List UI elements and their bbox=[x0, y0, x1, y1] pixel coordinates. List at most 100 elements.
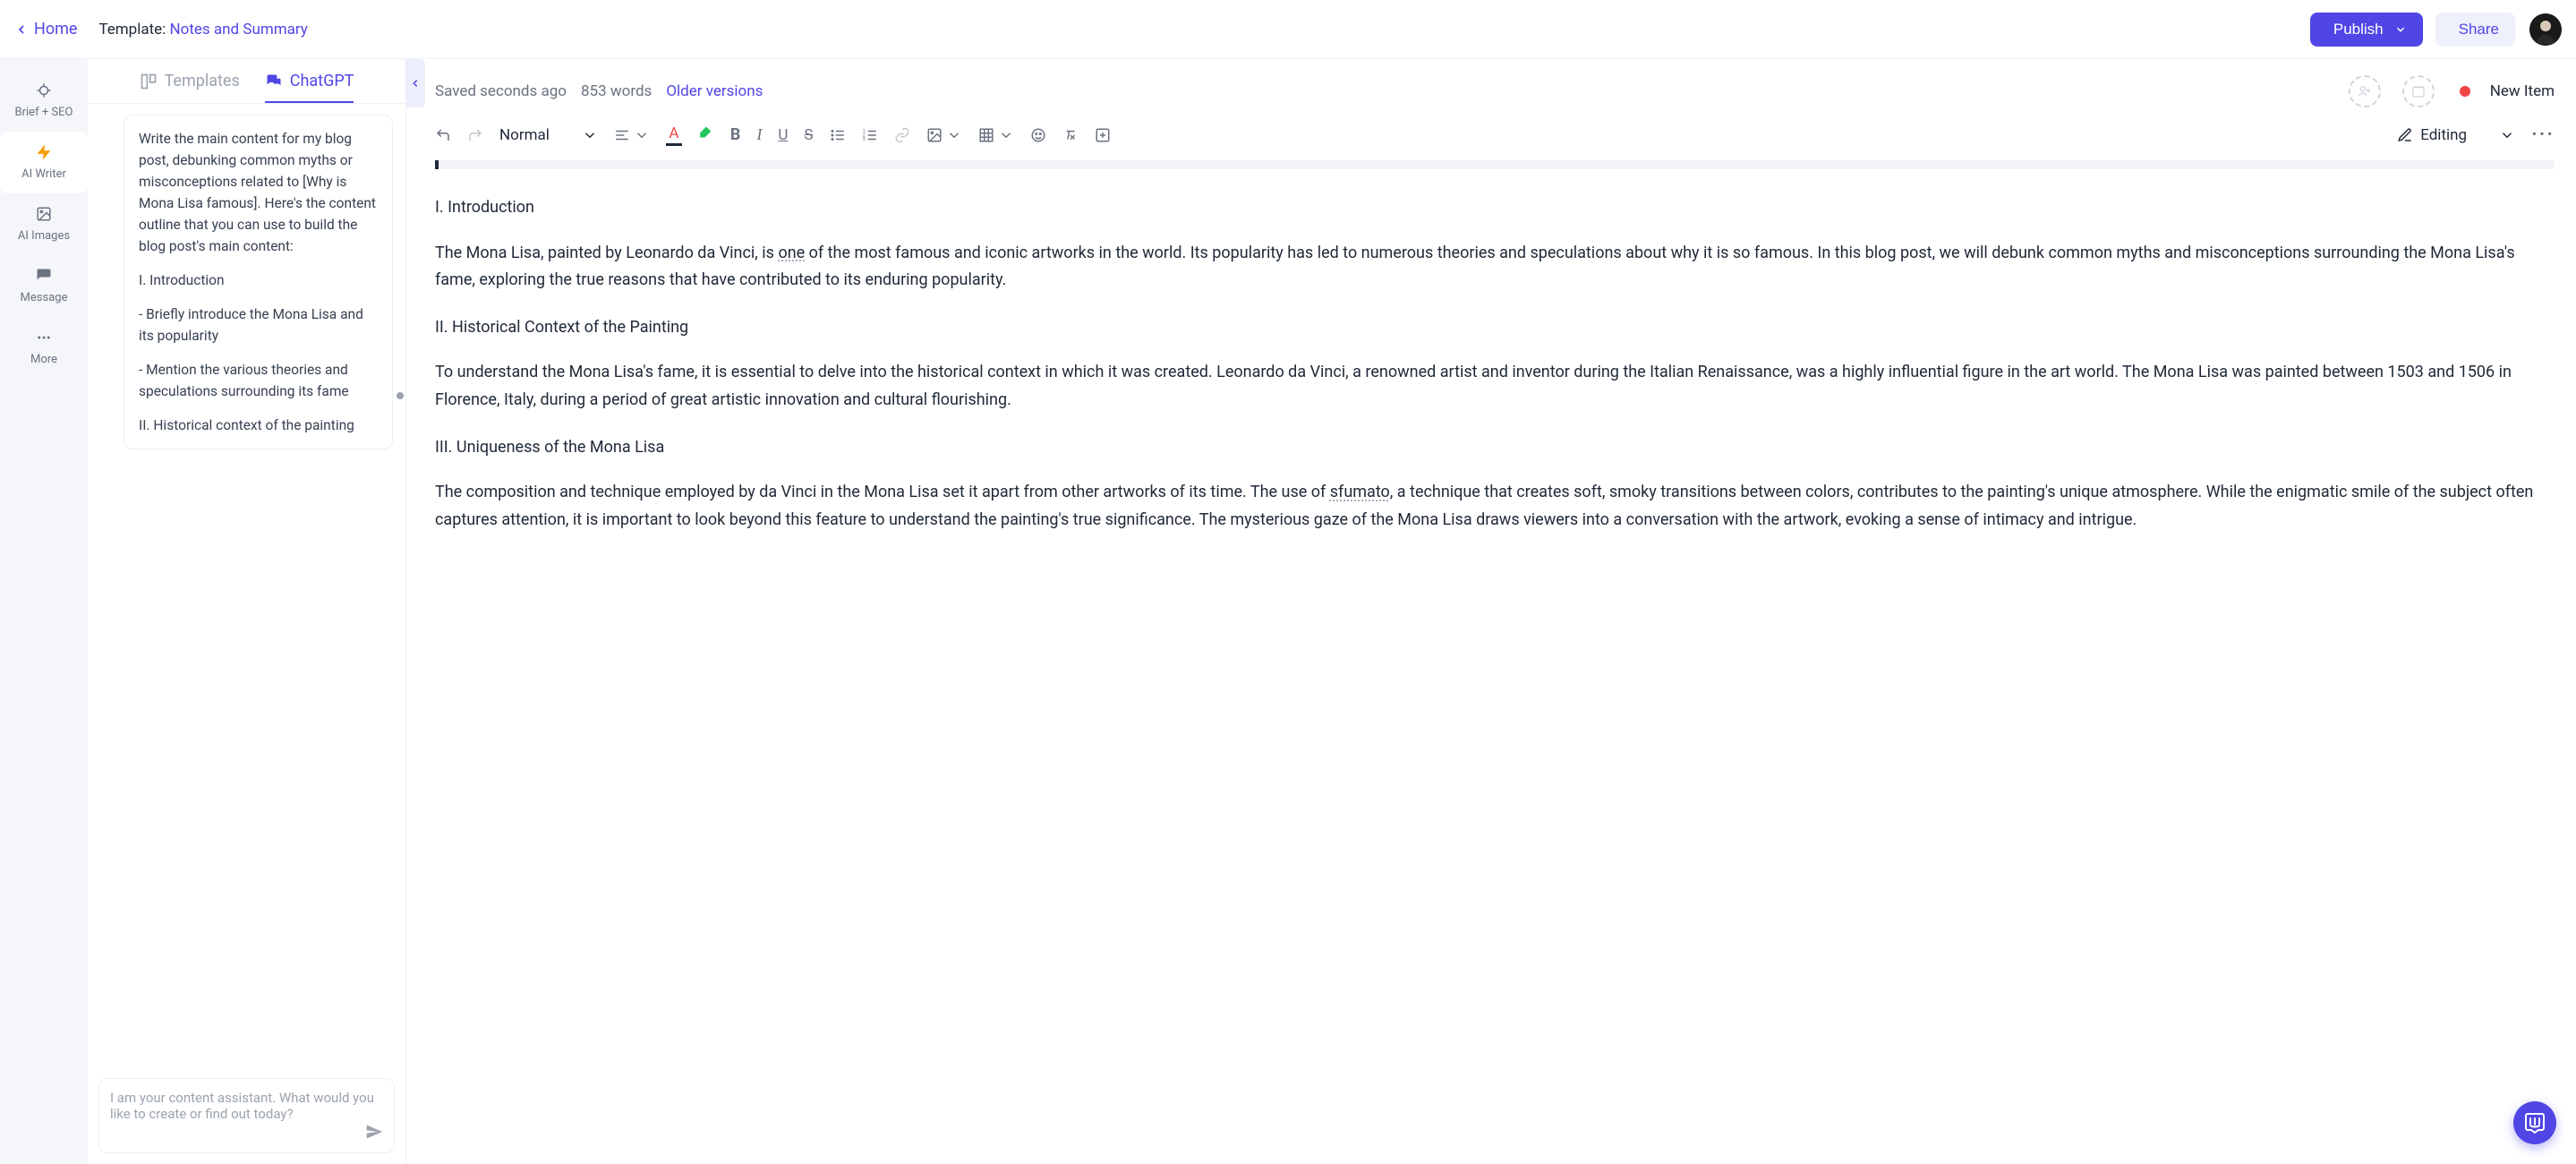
top-bar: Home Template: Notes and Summary Publish… bbox=[0, 0, 2576, 59]
nav-ai-writer[interactable]: AI Writer bbox=[0, 132, 88, 193]
number-list-icon: 123 bbox=[862, 127, 878, 143]
left-nav: Brief + SEO AI Writer AI Images Message … bbox=[0, 59, 88, 1164]
nav-label: AI Writer bbox=[21, 167, 66, 181]
intercom-icon bbox=[2524, 1112, 2546, 1134]
link-button[interactable] bbox=[894, 127, 910, 143]
nav-label: Message bbox=[21, 291, 68, 304]
undo-button[interactable] bbox=[435, 127, 451, 143]
nav-label: AI Images bbox=[18, 229, 70, 243]
strikethrough-button[interactable]: S bbox=[804, 126, 813, 144]
bold-button[interactable]: B bbox=[730, 125, 741, 144]
plus-square-icon bbox=[1095, 127, 1111, 143]
schedule-button[interactable] bbox=[2402, 75, 2435, 107]
clear-format-button[interactable] bbox=[1062, 127, 1079, 143]
status-label[interactable]: New Item bbox=[2490, 82, 2555, 100]
redo-button[interactable] bbox=[467, 127, 483, 143]
nav-ai-images[interactable]: AI Images bbox=[0, 193, 88, 255]
svg-text:3: 3 bbox=[862, 137, 865, 142]
image-icon bbox=[926, 127, 943, 143]
section-paragraph: The Mona Lisa, painted by Leonardo da Vi… bbox=[435, 240, 2555, 295]
tab-chatgpt[interactable]: ChatGPT bbox=[265, 72, 354, 103]
chevron-down-icon bbox=[946, 127, 962, 143]
marker-icon bbox=[698, 125, 714, 141]
tab-templates[interactable]: Templates bbox=[140, 72, 240, 103]
bullet-list-icon bbox=[830, 127, 846, 143]
chat-scrollbar[interactable] bbox=[397, 115, 404, 1067]
older-versions-link[interactable]: Older versions bbox=[666, 82, 763, 100]
chat-icon bbox=[36, 268, 52, 284]
nav-message[interactable]: Message bbox=[0, 255, 88, 317]
nav-brief-seo[interactable]: Brief + SEO bbox=[0, 70, 88, 132]
chat-bubbles-icon bbox=[265, 73, 283, 90]
panel-tabs: Templates ChatGPT bbox=[88, 59, 405, 104]
emoji-button[interactable] bbox=[1030, 127, 1046, 143]
back-home-link[interactable]: Home bbox=[14, 20, 77, 39]
chevron-down-icon bbox=[998, 127, 1014, 143]
image-icon bbox=[36, 206, 52, 222]
user-avatar[interactable] bbox=[2529, 13, 2562, 46]
link-icon bbox=[894, 127, 910, 143]
send-button[interactable] bbox=[365, 1123, 383, 1143]
pencil-icon bbox=[2397, 127, 2413, 143]
editing-mode-select[interactable]: Editing bbox=[2397, 126, 2515, 144]
emoji-icon bbox=[1030, 127, 1046, 143]
align-button[interactable] bbox=[614, 127, 650, 143]
templates-icon bbox=[140, 73, 158, 90]
nav-label: More bbox=[30, 353, 57, 366]
send-icon bbox=[365, 1123, 383, 1141]
chevron-left-icon bbox=[14, 22, 29, 37]
align-left-icon bbox=[614, 127, 630, 143]
bolt-icon bbox=[36, 144, 52, 160]
nav-more[interactable]: More bbox=[0, 317, 88, 379]
chevron-down-icon bbox=[2394, 23, 2407, 36]
more-toolbar-button[interactable]: ··· bbox=[2531, 124, 2555, 146]
word-count: 853 words bbox=[581, 82, 652, 100]
chat-panel: Templates ChatGPT Write the main content… bbox=[88, 59, 406, 1164]
font-color-button[interactable]: A bbox=[666, 124, 682, 146]
dots-icon bbox=[36, 330, 52, 346]
saved-status: Saved seconds ago bbox=[435, 82, 567, 100]
publish-button[interactable]: Publish bbox=[2310, 13, 2423, 47]
template-label: Template: Notes and Summary bbox=[98, 21, 307, 39]
section-paragraph: To understand the Mona Lisa's fame, it i… bbox=[435, 359, 2555, 414]
add-collaborator-button[interactable] bbox=[2349, 75, 2381, 107]
section-heading: I. Introduction bbox=[435, 194, 2555, 222]
chevron-down-icon bbox=[2499, 127, 2515, 143]
calendar-icon bbox=[2411, 84, 2426, 98]
intercom-fab[interactable] bbox=[2513, 1101, 2556, 1144]
section-heading: III. Uniqueness of the Mona Lisa bbox=[435, 434, 2555, 462]
user-plus-icon bbox=[2358, 84, 2372, 98]
editor-toolbar: Normal A B I U S 123 Editing ··· bbox=[431, 116, 2576, 157]
paragraph-style-select[interactable]: Normal bbox=[499, 126, 598, 144]
page-ruler bbox=[435, 160, 2555, 169]
section-heading: II. Historical Context of the Painting bbox=[435, 314, 2555, 342]
chevron-left-icon bbox=[409, 77, 422, 90]
underline-button[interactable]: U bbox=[778, 126, 788, 144]
chat-input-container bbox=[98, 1078, 395, 1153]
chat-message: Write the main content for my blog post,… bbox=[124, 115, 393, 449]
chat-input[interactable] bbox=[110, 1090, 383, 1138]
editor-pane: Saved seconds ago 853 words Older versio… bbox=[406, 59, 2576, 1164]
section-paragraph: The composition and technique employed b… bbox=[435, 479, 2555, 534]
share-button[interactable]: Share bbox=[2435, 13, 2515, 47]
numbered-list-button[interactable]: 123 bbox=[862, 127, 878, 143]
nav-label: Brief + SEO bbox=[15, 106, 73, 119]
back-label: Home bbox=[34, 20, 77, 39]
table-icon bbox=[978, 127, 994, 143]
undo-icon bbox=[435, 127, 451, 143]
italic-button[interactable]: I bbox=[756, 125, 762, 144]
target-icon bbox=[36, 82, 52, 98]
image-button[interactable] bbox=[926, 127, 962, 143]
highlight-button[interactable] bbox=[698, 125, 714, 145]
chevron-down-icon bbox=[582, 127, 598, 143]
editor-meta: Saved seconds ago 853 words Older versio… bbox=[431, 59, 2576, 116]
bullet-list-button[interactable] bbox=[830, 127, 846, 143]
status-dot bbox=[2460, 86, 2470, 97]
redo-icon bbox=[467, 127, 483, 143]
template-name-link[interactable]: Notes and Summary bbox=[170, 21, 308, 39]
chat-body: Write the main content for my blog post,… bbox=[88, 104, 405, 1067]
collapse-panel-button[interactable] bbox=[405, 59, 425, 107]
table-button[interactable] bbox=[978, 127, 1014, 143]
insert-block-button[interactable] bbox=[1095, 127, 1111, 143]
document-body[interactable]: I. Introduction The Mona Lisa, painted by… bbox=[431, 178, 2576, 1164]
